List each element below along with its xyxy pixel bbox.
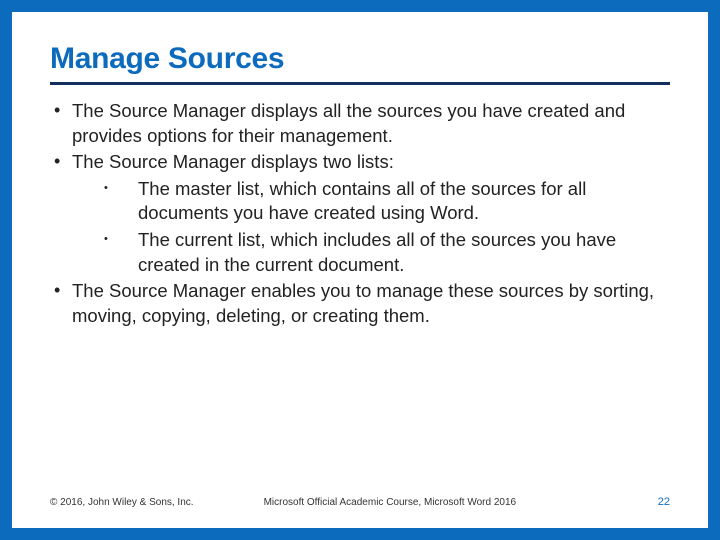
bullet-text: The Source Manager displays all the sour…	[72, 100, 625, 146]
bullet-item: The Source Manager displays all the sour…	[50, 99, 670, 148]
slide-footer: © 2016, John Wiley & Sons, Inc. Microsof…	[50, 488, 670, 508]
bullet-item: The Source Manager enables you to manage…	[50, 279, 670, 328]
sub-bullet-text: The master list, which contains all of t…	[138, 178, 586, 224]
bullet-text: The Source Manager enables you to manage…	[72, 280, 654, 326]
footer-course: Microsoft Official Academic Course, Micr…	[194, 497, 658, 508]
sub-bullet-item: The current list, which includes all of …	[100, 228, 670, 277]
footer-copyright: © 2016, John Wiley & Sons, Inc.	[50, 497, 194, 508]
footer-page-number: 22	[658, 496, 670, 508]
bullet-item: The Source Manager displays two lists: T…	[50, 150, 670, 277]
sub-bullet-item: The master list, which contains all of t…	[100, 177, 670, 226]
slide: Manage Sources The Source Manager displa…	[12, 12, 708, 528]
slide-content: The Source Manager displays all the sour…	[50, 99, 670, 488]
slide-title: Manage Sources	[50, 42, 670, 85]
sub-bullet-text: The current list, which includes all of …	[138, 229, 616, 275]
bullet-list: The Source Manager displays all the sour…	[50, 99, 670, 328]
sub-bullet-list: The master list, which contains all of t…	[72, 177, 670, 277]
bullet-text: The Source Manager displays two lists:	[72, 151, 394, 172]
